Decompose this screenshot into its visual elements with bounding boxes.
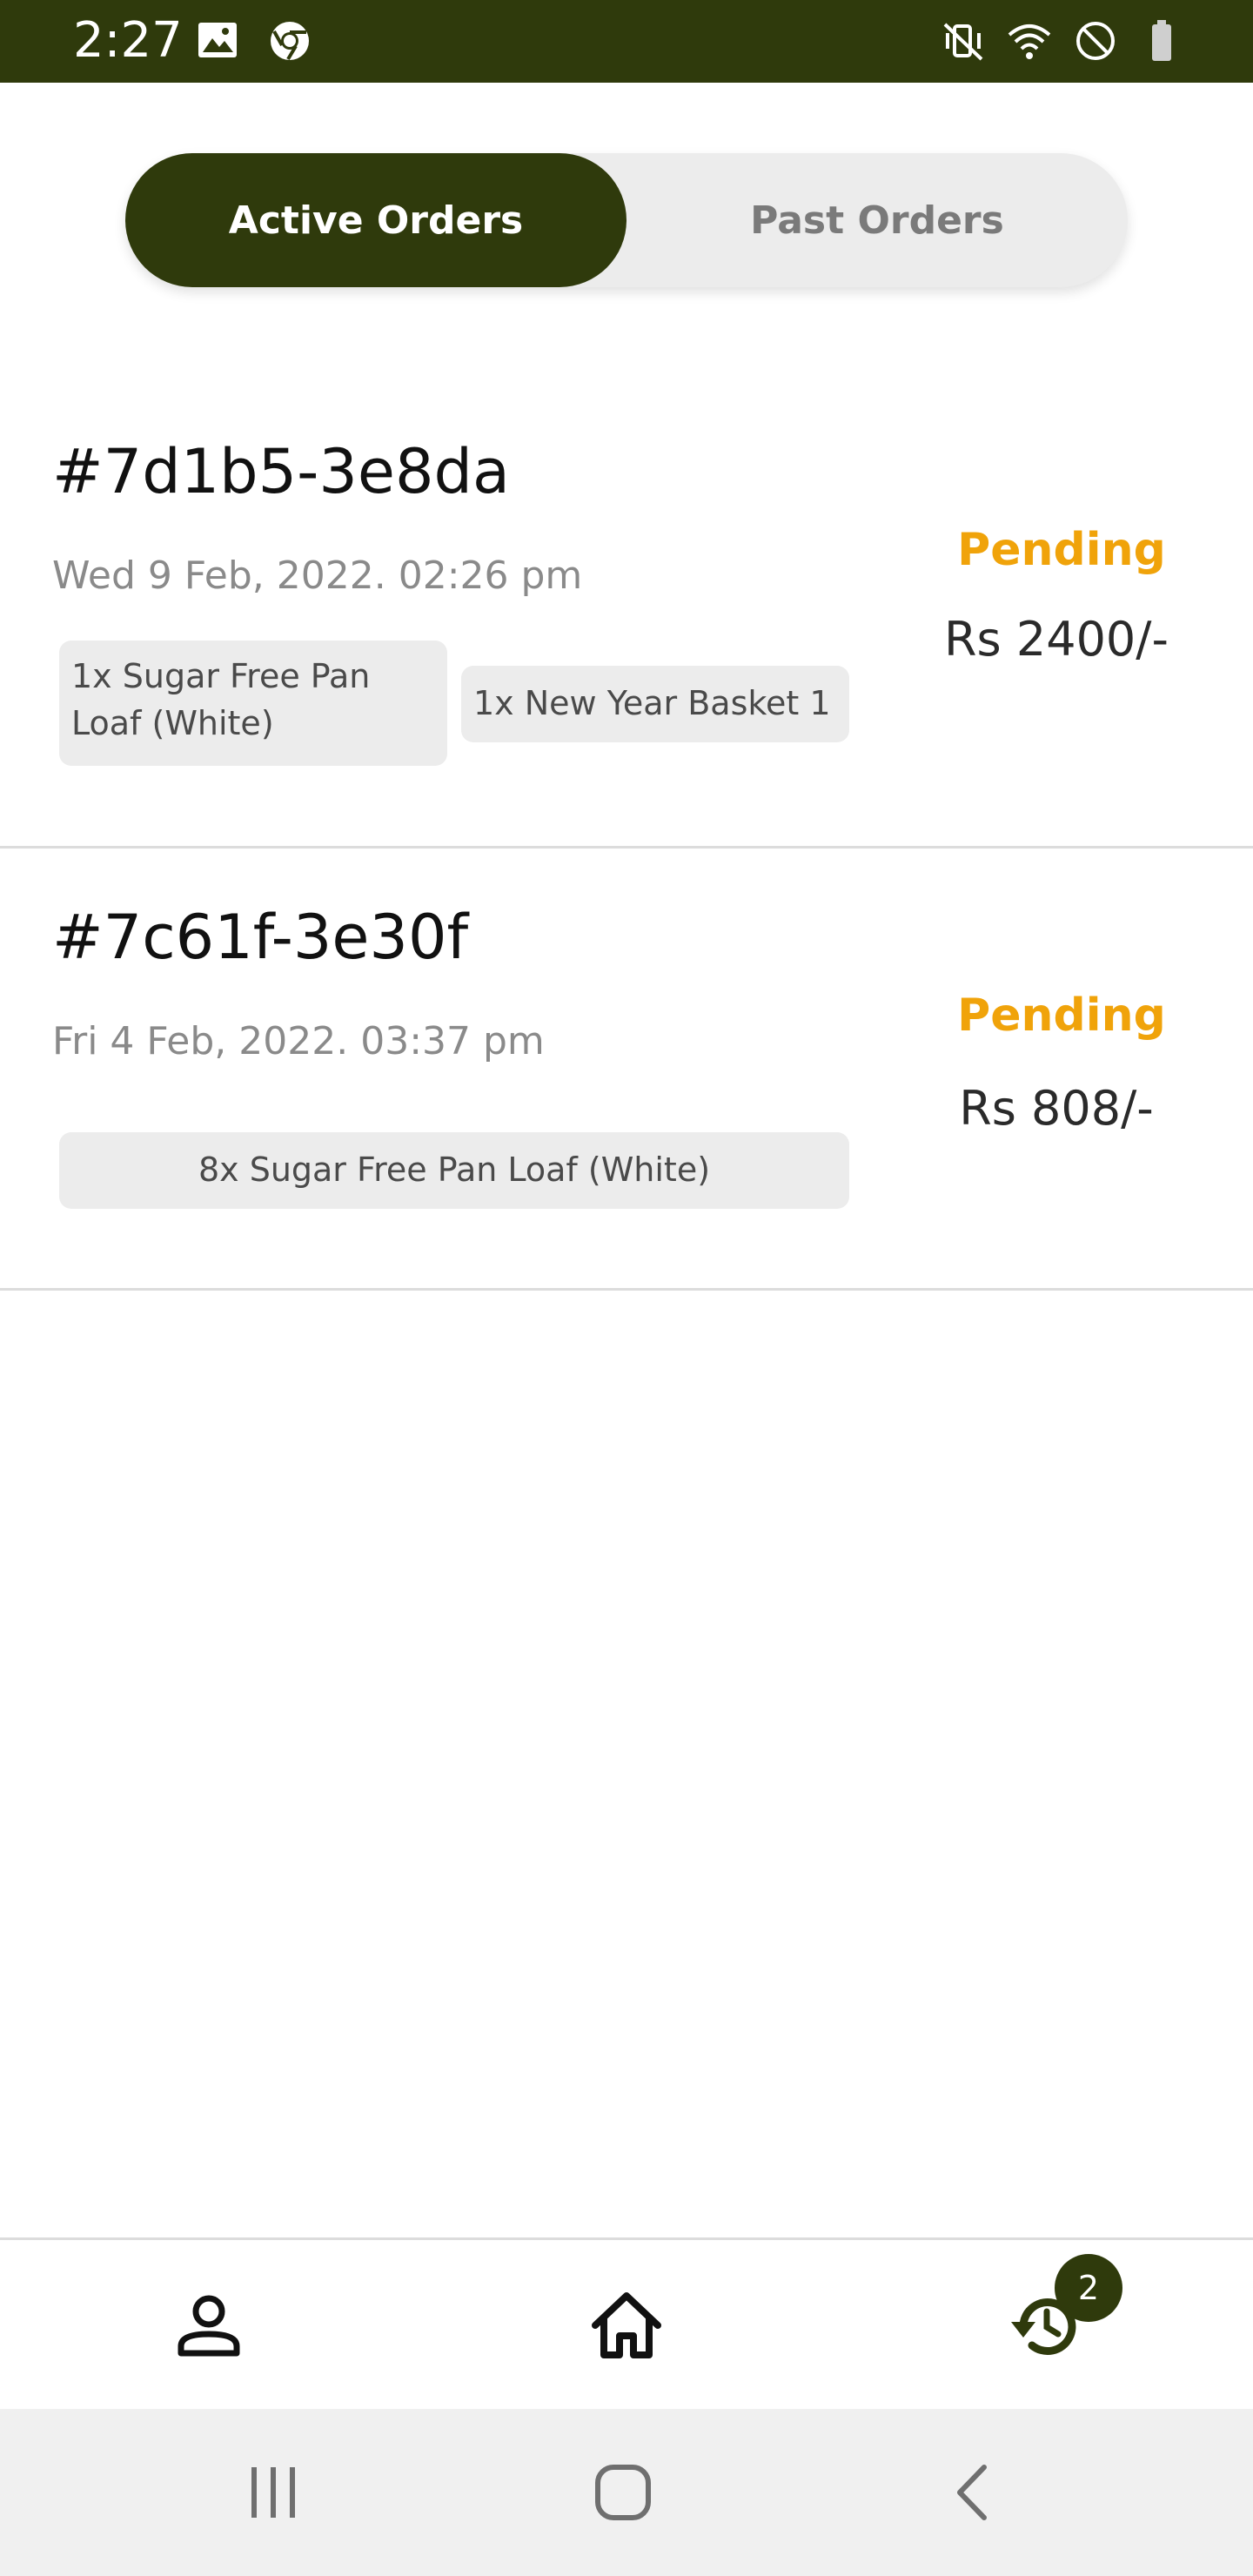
image-icon (198, 23, 237, 57)
order-status: Pending (957, 989, 1166, 1042)
home-button-icon (595, 2465, 651, 2520)
tab-past-orders[interactable]: Past Orders (626, 153, 1128, 287)
back-button[interactable] (922, 2449, 1027, 2536)
order-item-chip: 1x Sugar Free Pan Loaf (White) (59, 641, 447, 766)
order-status: Pending (957, 524, 1166, 576)
recent-apps-icon (251, 2467, 295, 2518)
tab-active-orders[interactable]: Active Orders (125, 153, 626, 287)
mute-vibrate-icon (943, 23, 983, 61)
order-date: Wed 9 Feb, 2022. 02:26 pm (52, 553, 583, 598)
orders-tab-switch: Active Orders Past Orders (125, 153, 1128, 287)
order-item-chip: 8x Sugar Free Pan Loaf (White) (59, 1132, 849, 1209)
nav-profile-button[interactable] (122, 2240, 296, 2411)
back-icon (957, 2465, 987, 2520)
status-time: 2:27 (73, 12, 183, 69)
wifi-icon (1008, 24, 1051, 59)
status-right-icons (940, 17, 1185, 64)
home-icon (592, 2292, 661, 2358)
order-card[interactable]: #7d1b5-3e8da Wed 9 Feb, 2022. 02:26 pm 1… (0, 383, 1253, 849)
status-left-icons (195, 17, 313, 64)
order-id: #7d1b5-3e8da (52, 436, 510, 507)
order-id: #7c61f-3e30f (52, 902, 469, 973)
chrome-icon (271, 22, 309, 61)
order-history-badge: 2 (1055, 2254, 1122, 2322)
profile-icon (178, 2295, 240, 2357)
system-home-button[interactable] (571, 2449, 675, 2536)
order-card[interactable]: #7c61f-3e30f Fri 4 Feb, 2022. 03:37 pm 8… (0, 849, 1253, 1291)
status-bar: 2:27 (0, 0, 1253, 83)
do-not-disturb-icon (1076, 22, 1115, 60)
order-date: Fri 4 Feb, 2022. 03:37 pm (52, 1019, 545, 1063)
order-price: Rs 808/- (959, 1081, 1154, 1136)
order-item-chip: 1x New Year Basket 1 (461, 666, 849, 742)
battery-icon (1152, 20, 1171, 61)
system-navigation-bar (0, 2409, 1253, 2576)
recent-apps-button[interactable] (221, 2449, 325, 2536)
order-price: Rs 2400/- (944, 612, 1169, 667)
nav-home-button[interactable] (539, 2240, 714, 2411)
